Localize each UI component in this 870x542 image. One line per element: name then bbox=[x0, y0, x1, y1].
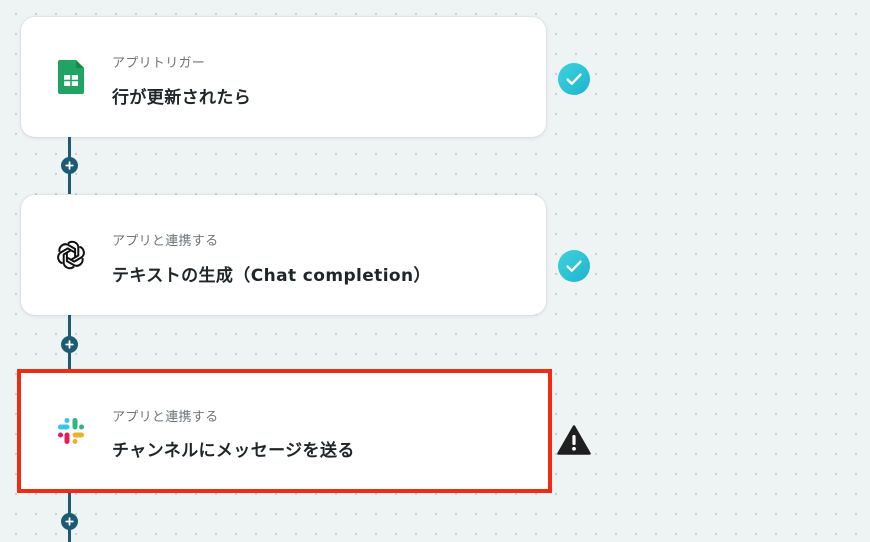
plus-icon bbox=[65, 517, 74, 526]
step-title: チャンネルにメッセージを送る bbox=[112, 441, 355, 461]
plus-icon bbox=[65, 340, 74, 349]
flow-step-card-openai[interactable]: アプリと連携する テキストの生成（Chat completion） bbox=[21, 195, 546, 315]
step-kind-label: アプリトリガー bbox=[112, 56, 206, 71]
flow-canvas: アプリトリガー 行が更新されたら アプリと連携する テキストの生成（Chat c… bbox=[0, 0, 870, 542]
add-step-button[interactable] bbox=[61, 513, 78, 530]
flow-step-card-trigger[interactable]: アプリトリガー 行が更新されたら bbox=[21, 17, 546, 137]
step-title: テキストの生成（Chat completion） bbox=[112, 266, 431, 286]
warning-triangle-icon bbox=[557, 425, 591, 456]
step-kind-label: アプリと連携する bbox=[112, 410, 219, 425]
plus-icon bbox=[65, 161, 74, 170]
check-circle-icon bbox=[558, 250, 590, 282]
slack-icon bbox=[53, 413, 89, 449]
step-kind-label: アプリと連携する bbox=[112, 234, 219, 249]
add-step-button[interactable] bbox=[61, 336, 78, 353]
openai-icon bbox=[53, 237, 89, 273]
flow-step-card-slack[interactable]: アプリと連携する チャンネルにメッセージを送る bbox=[17, 369, 552, 493]
check-circle-icon bbox=[558, 63, 590, 95]
step-title: 行が更新されたら bbox=[112, 88, 252, 108]
add-step-button[interactable] bbox=[61, 157, 78, 174]
google-sheets-icon bbox=[53, 59, 89, 95]
